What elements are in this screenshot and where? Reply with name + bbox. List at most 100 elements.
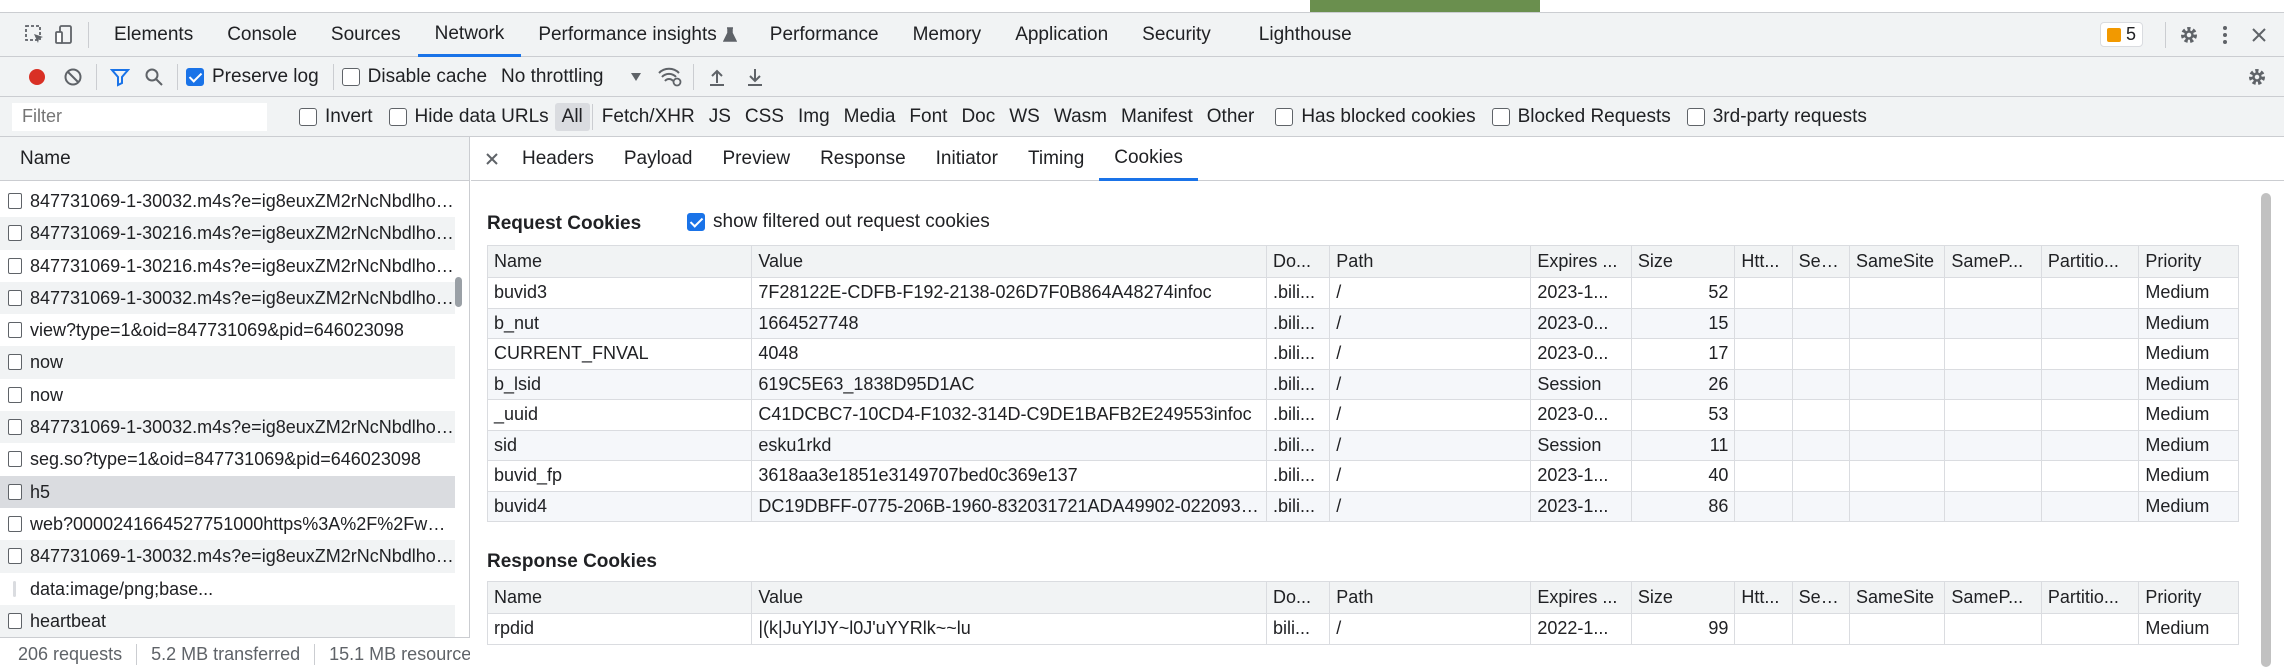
col-samesite[interactable]: SameSite <box>1848 581 1946 614</box>
request-row[interactable]: data:image/png;base... <box>0 573 455 605</box>
col-priority[interactable]: Priority <box>2138 581 2239 614</box>
cookie-row[interactable]: b_nut 1664527748 .bili.../2023-0... 15 Mediu… <box>486 307 2239 339</box>
col-secure[interactable]: Sec... <box>1791 581 1850 614</box>
checkbox-unchecked[interactable] <box>1275 107 1294 126</box>
cookie-row[interactable]: buvid4 DC19DBFF-0775-206B-1960-832031721A… <box>486 490 2239 522</box>
col-path[interactable]: Path <box>1329 581 1532 614</box>
filter-type-font[interactable]: Font <box>902 103 954 131</box>
request-row[interactable]: now <box>0 379 455 411</box>
request-row[interactable]: 847731069-1-30032.m4s?e=ig8euxZM2rNcNbdl… <box>0 411 455 444</box>
col-partition-key[interactable]: Partitio... <box>2040 245 2140 278</box>
request-row[interactable]: seg.so?type=1&oid=847731069&pid=64602309… <box>0 443 455 475</box>
col-sameparty[interactable]: SameP... <box>1944 245 2042 278</box>
request-row[interactable]: 847731069-1-30032.m4s?e=ig8euxZM2rNcNbdl… <box>0 281 455 315</box>
request-row[interactable]: 847731069-1-30032.m4s?e=ig8euxZM2rNcNbdl… <box>0 185 455 217</box>
third-party-requests-checkbox[interactable]: 3rd-party requests <box>1686 106 1867 128</box>
tab-network[interactable]: Network <box>417 13 522 57</box>
cookie-row[interactable]: rpdid |(k|JuYlJY~l0J'uYYRlk~~lu bili.../20… <box>486 613 2239 645</box>
tab-security[interactable]: Security <box>1125 13 1228 57</box>
cookie-row[interactable]: CURRENT_FNVAL 4048 .bili.../2023-0... 17 Med… <box>486 338 2239 370</box>
checkbox-unchecked[interactable] <box>388 107 407 126</box>
network-conditions-icon[interactable] <box>655 62 685 92</box>
tab-application[interactable]: Application <box>998 13 1125 57</box>
export-har-icon[interactable] <box>740 62 770 92</box>
filter-type-css[interactable]: CSS <box>738 103 791 131</box>
request-list-header[interactable]: Name <box>0 137 469 181</box>
checkbox-checked[interactable] <box>186 67 204 86</box>
import-har-icon[interactable] <box>702 62 732 92</box>
request-row[interactable]: 847731069-1-30216.m4s?e=ig8euxZM2rNcNbdl… <box>0 250 455 282</box>
has-blocked-cookies-checkbox[interactable]: Has blocked cookies <box>1275 106 1476 128</box>
request-row[interactable]: web?0000241664527751000https%3A%2F%2Fwww… <box>0 508 455 540</box>
detail-scrollbar[interactable] <box>2261 193 2271 667</box>
col-expires[interactable]: Expires ... <box>1530 581 1632 614</box>
cookie-row[interactable]: buvid3 7F28122E-CDFB-F192-2138-026D7F0B86… <box>486 277 2239 309</box>
col-samesite[interactable]: SameSite <box>1848 245 1946 278</box>
record-icon[interactable] <box>22 62 52 92</box>
hide-data-urls-checkbox[interactable]: Hide data URLs <box>388 106 549 128</box>
col-value[interactable]: Value <box>751 245 1267 278</box>
checkbox-unchecked[interactable] <box>1686 107 1705 126</box>
filter-type-js[interactable]: JS <box>702 103 738 131</box>
request-row[interactable]: 847731069-1-30216.m4s?e=ig8euxZM2rNcNbdl… <box>0 217 455 250</box>
tab-initiator[interactable]: Initiator <box>921 137 1013 181</box>
col-httponly[interactable]: Htt... <box>1734 581 1793 614</box>
tab-sources[interactable]: Sources <box>314 13 418 57</box>
request-row[interactable]: view?type=1&oid=847731069&pid=646023098 <box>0 314 455 346</box>
tab-memory[interactable]: Memory <box>896 13 999 57</box>
tab-cookies[interactable]: Cookies <box>1099 137 1198 181</box>
filter-type-media[interactable]: Media <box>837 103 903 131</box>
col-sameparty[interactable]: SameP... <box>1944 581 2042 614</box>
request-row[interactable]: now <box>0 346 455 379</box>
filter-input[interactable] <box>12 102 267 131</box>
checkbox-unchecked[interactable] <box>1491 107 1510 126</box>
cookie-row[interactable]: _uuid C41DCBC7-10CD4-F1032-314D-C9DE1BAFB… <box>486 399 2239 431</box>
col-domain[interactable]: Do... <box>1265 581 1331 614</box>
filter-type-doc[interactable]: Doc <box>954 103 1002 131</box>
col-value[interactable]: Value <box>751 581 1267 614</box>
col-path[interactable]: Path <box>1329 245 1532 278</box>
tab-timing[interactable]: Timing <box>1013 137 1099 181</box>
col-priority[interactable]: Priority <box>2138 245 2239 278</box>
tab-response[interactable]: Response <box>805 137 921 181</box>
col-httponly[interactable]: Htt... <box>1734 245 1793 278</box>
filter-type-other[interactable]: Other <box>1200 103 1262 131</box>
col-partition-key[interactable]: Partitio... <box>2040 581 2140 614</box>
show-filtered-cookies-checkbox[interactable]: show filtered out request cookies <box>687 211 990 233</box>
cookie-row[interactable]: sid esku1rkd .bili... / Session 11 Medium <box>486 429 2239 461</box>
disable-cache-checkbox[interactable]: Disable cache <box>341 66 487 88</box>
col-name[interactable]: Name <box>486 581 753 614</box>
cookie-row[interactable]: b_lsid 619C5E63_1838D95D1AC .bili... / Sessi… <box>486 368 2239 400</box>
search-icon[interactable] <box>139 62 169 92</box>
request-row[interactable]: 847731069-1-30032.m4s?e=ig8euxZM2rNcNbdl… <box>0 540 455 573</box>
checkbox-unchecked[interactable] <box>299 107 317 126</box>
col-expires[interactable]: Expires ... <box>1530 245 1632 278</box>
settings-gear-icon[interactable] <box>2174 20 2204 50</box>
filter-funnel-icon[interactable] <box>105 62 135 92</box>
clear-icon[interactable] <box>58 62 88 92</box>
device-toolbar-icon[interactable] <box>50 20 80 50</box>
tab-lighthouse[interactable]: Lighthouse <box>1242 13 1369 57</box>
col-domain[interactable]: Do... <box>1265 245 1331 278</box>
blocked-requests-checkbox[interactable]: Blocked Requests <box>1491 106 1671 128</box>
filter-type-manifest[interactable]: Manifest <box>1114 103 1200 131</box>
close-detail-icon[interactable] <box>477 144 507 174</box>
tab-console[interactable]: Console <box>210 13 314 57</box>
issues-badge[interactable]: 5 <box>2099 22 2143 47</box>
request-list-scrollbar[interactable] <box>455 277 462 307</box>
tab-headers[interactable]: Headers <box>507 137 609 181</box>
tab-performance[interactable]: Performance <box>753 13 896 57</box>
request-row[interactable]: heartbeat <box>0 604 455 638</box>
preserve-log-checkbox[interactable]: Preserve log <box>186 66 319 88</box>
col-name[interactable]: Name <box>486 245 753 278</box>
filter-type-img[interactable]: Img <box>791 103 837 131</box>
filter-type-all[interactable]: All <box>554 102 590 131</box>
tab-elements[interactable]: Elements <box>97 13 210 57</box>
col-size[interactable]: Size <box>1630 245 1736 278</box>
filter-type-fetch-xhr[interactable]: Fetch/XHR <box>595 103 702 131</box>
invert-checkbox[interactable]: Invert <box>299 106 373 128</box>
cookie-row[interactable]: buvid_fp 3618aa3e1851e3149707bed0c369e137… <box>486 460 2239 492</box>
inspect-element-icon[interactable] <box>20 20 50 50</box>
more-options-icon[interactable] <box>2210 20 2240 50</box>
close-devtools-icon[interactable] <box>2244 20 2274 50</box>
